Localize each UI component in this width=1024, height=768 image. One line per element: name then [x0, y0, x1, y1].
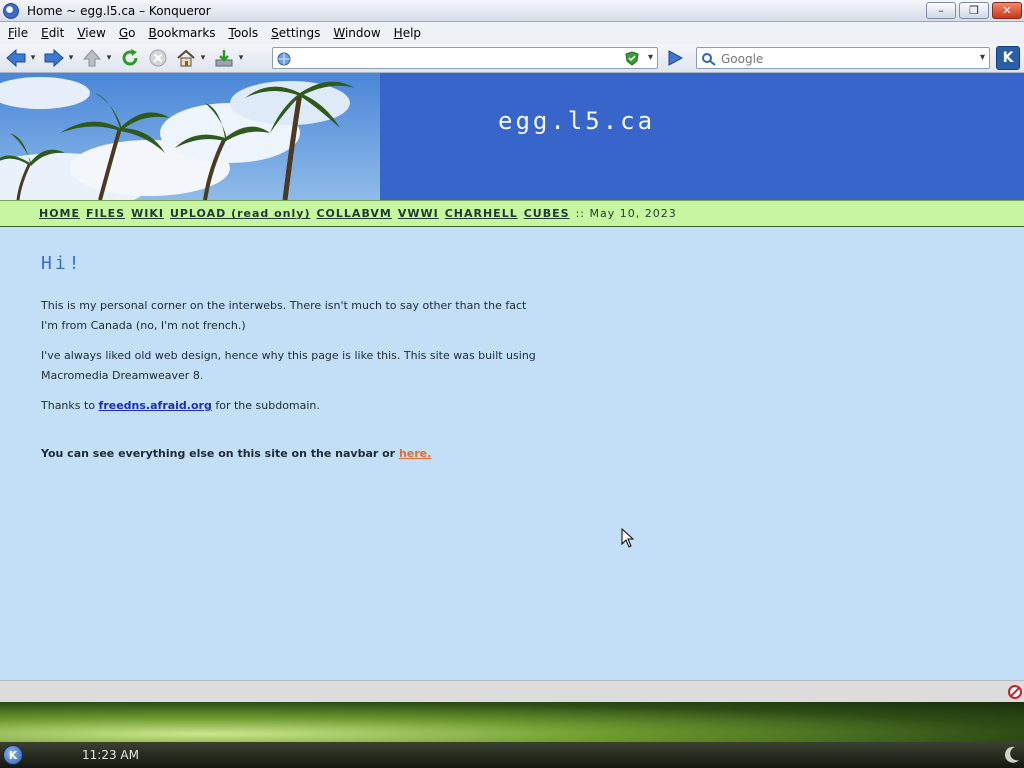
menu-bookmarks-rest: ookmarks	[156, 26, 216, 40]
up-dropdown[interactable]: ▾	[104, 53, 114, 63]
navbar-hint-text: You can see everything else on this site…	[41, 447, 399, 460]
nav-date: May 10, 2023	[585, 207, 677, 220]
menu-file[interactable]: File	[8, 26, 28, 40]
back-button[interactable]	[4, 46, 28, 70]
download-icon	[215, 50, 233, 67]
url-history-dropdown[interactable]: ▾	[648, 52, 653, 63]
intro-paragraph: This is my personal corner on the interw…	[41, 299, 527, 332]
back-icon	[6, 49, 26, 67]
moon-icon[interactable]	[1004, 746, 1020, 764]
search-bar[interactable]: ▾	[696, 47, 990, 69]
menu-bookmarks[interactable]: Bookmarks	[148, 26, 215, 40]
clock[interactable]: 11:23 AM	[82, 748, 139, 762]
site-title: egg.l5.ca	[498, 107, 656, 135]
nav-link-files[interactable]: FILES	[86, 207, 125, 220]
title-bar: Home ~ egg.l5.ca – Konqueror – ❐ ✕	[0, 0, 1024, 22]
menu-go-rest: o	[128, 26, 136, 40]
menu-help[interactable]: Help	[394, 26, 421, 40]
url-input[interactable]	[295, 50, 615, 68]
menu-edit[interactable]: Edit	[41, 26, 64, 40]
toolbar: ▾ ▾ ▾ ▾ ▾ ▾ ▾ K	[0, 44, 1024, 73]
stop-icon	[149, 49, 167, 67]
nav-link-charhell[interactable]: CHARHELL	[445, 207, 518, 220]
kde-menu-button[interactable]: K	[3, 745, 23, 765]
menu-tools[interactable]: Tools	[229, 26, 259, 40]
navbar-hint-paragraph: You can see everything else on this site…	[41, 444, 541, 464]
nav-link-collabvm[interactable]: COLLABVM	[316, 207, 391, 220]
location-bar[interactable]: ▾	[272, 47, 658, 69]
reload-icon	[122, 49, 138, 66]
web-page: egg.l5.ca HOME FILES WIKI UPLOAD (read o…	[0, 73, 1024, 680]
thanks-paragraph: Thanks to freedns.afraid.org for the sub…	[41, 396, 541, 416]
download-button[interactable]	[212, 46, 236, 70]
nav-link-home[interactable]: HOME	[39, 207, 80, 220]
menu-file-rest: ile	[14, 26, 29, 40]
minimize-button[interactable]: –	[926, 2, 956, 19]
maximize-icon: ❐	[969, 4, 979, 17]
konqueror-icon[interactable]	[3, 2, 19, 19]
search-engine-dropdown[interactable]: ▾	[980, 52, 985, 63]
forward-icon	[44, 49, 64, 67]
site-banner: egg.l5.ca	[0, 73, 1024, 200]
menu-help-rest: elp	[402, 26, 422, 40]
home-dropdown[interactable]: ▾	[198, 53, 208, 63]
stop-button[interactable]	[146, 46, 170, 70]
window-title: Home ~ egg.l5.ca – Konqueror	[27, 3, 211, 18]
menu-window-rest: indow	[344, 26, 381, 40]
search-input[interactable]	[721, 50, 961, 68]
kde-logo[interactable]: K	[996, 46, 1020, 70]
menu-settings-rest: ettings	[278, 26, 321, 40]
nav-separator: ::	[575, 207, 585, 220]
close-icon: ✕	[1002, 4, 1012, 17]
menu-view-rest: iew	[85, 26, 106, 40]
back-history-dropdown[interactable]: ▾	[28, 53, 38, 63]
palm-trees-image	[0, 73, 380, 200]
freedns-link[interactable]: freedns.afraid.org	[99, 399, 212, 412]
menu-tools-rest: ools	[233, 26, 259, 40]
status-bar	[0, 680, 1024, 702]
forward-button[interactable]	[42, 46, 66, 70]
nav-link-vwwi[interactable]: VWWI	[398, 207, 439, 220]
go-icon	[668, 50, 684, 66]
page-heading: Hi!	[41, 253, 83, 274]
here-link[interactable]: here.	[399, 447, 431, 460]
design-paragraph: I've always liked old web design, hence …	[41, 349, 536, 382]
up-button[interactable]	[80, 46, 104, 70]
forward-history-dropdown[interactable]: ▾	[66, 53, 76, 63]
minimize-icon: –	[938, 4, 944, 17]
menu-go[interactable]: Go	[119, 26, 136, 40]
maximize-button[interactable]: ❐	[959, 2, 989, 19]
security-shield-icon[interactable]	[625, 51, 639, 66]
taskbar: K 11:23 AM	[0, 742, 1024, 768]
nav-link-cubes[interactable]: CUBES	[524, 207, 570, 220]
menu-view[interactable]: View	[77, 26, 105, 40]
go-button[interactable]	[666, 49, 684, 71]
up-icon	[83, 49, 101, 67]
home-icon	[177, 49, 195, 67]
thanks-text: Thanks to	[41, 399, 99, 412]
mouse-cursor-icon	[621, 528, 635, 548]
nav-link-upload[interactable]: UPLOAD (read only)	[170, 207, 311, 220]
close-button[interactable]: ✕	[992, 2, 1022, 19]
blocked-icon[interactable]	[1008, 685, 1022, 699]
site-navbar: HOME FILES WIKI UPLOAD (read only) COLLA…	[0, 200, 1024, 227]
thanks-text-end: for the subdomain.	[211, 399, 320, 412]
desktop-wallpaper	[0, 702, 1024, 742]
nav-link-wiki[interactable]: WIKI	[131, 207, 164, 220]
page-globe-icon	[277, 52, 291, 66]
nav-date-text: May 10, 2023	[589, 207, 677, 220]
menu-bar: File Edit View Go Bookmarks Tools Settin…	[0, 22, 1024, 44]
menu-settings[interactable]: Settings	[271, 26, 320, 40]
window-controls: – ❐ ✕	[926, 2, 1022, 19]
menu-window[interactable]: Window	[333, 26, 380, 40]
main-content: Hi! This is my personal corner on the in…	[41, 253, 541, 474]
home-button[interactable]	[174, 46, 198, 70]
search-engine-icon[interactable]	[701, 52, 717, 66]
reload-button[interactable]	[118, 46, 142, 70]
menu-edit-rest: dit	[48, 26, 65, 40]
download-dropdown[interactable]: ▾	[236, 53, 246, 63]
